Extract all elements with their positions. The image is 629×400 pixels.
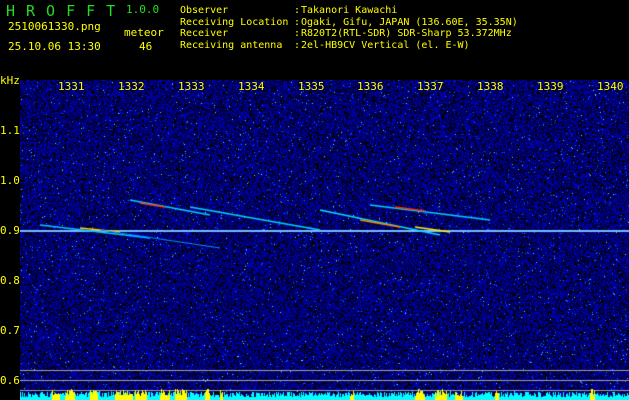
- time-tick-label: 1332: [118, 80, 145, 93]
- freq-tick-label: 0.7: [0, 324, 20, 337]
- info-observer: Observer: Takanori Kawachi: [180, 5, 398, 16]
- time-tick-label: 1339: [537, 80, 564, 93]
- time-tick-label: 1333: [178, 80, 205, 93]
- freq-tick-label: 1.0: [0, 174, 20, 187]
- meteor-count: 46: [139, 40, 153, 53]
- time-tick-label: 1336: [357, 80, 384, 93]
- freq-tick-label: 0.9: [0, 224, 20, 237]
- app-version: 1.0.0: [126, 3, 160, 16]
- freq-tick-label: 0.8: [0, 274, 20, 287]
- frequency-unit-label: kHz: [0, 74, 20, 87]
- station-info: Observer: Takanori Kawachi Receiving Loca…: [180, 5, 629, 51]
- time-tick-label: 1335: [298, 80, 325, 93]
- freq-tick-label: 0.6: [0, 374, 20, 387]
- datetime: 25.10.06 13:30: [8, 40, 101, 53]
- app-title: HROFFT: [6, 2, 127, 20]
- time-tick-label: 1337: [417, 80, 444, 93]
- info-location: Receiving Location: Ogaki, Gifu, JAPAN (1…: [180, 16, 518, 28]
- time-tick-label: 1338: [477, 80, 504, 93]
- freq-tick-label: 1.1: [0, 124, 20, 137]
- meteor-label: meteor: [124, 26, 164, 39]
- file-name: 2510061330.png: [8, 20, 101, 33]
- time-tick-label: 1334: [238, 80, 265, 93]
- time-tick-label: 1340: [597, 80, 624, 93]
- info-receiver: Receiver: R820T2(RTL-SDR) SDR-Sharp 53.37…: [180, 28, 512, 39]
- spectrogram: [20, 80, 629, 400]
- time-tick-label: 1331: [58, 80, 85, 93]
- info-antenna: Receiving antenna:2el-HB9CV Vertical (el…: [180, 39, 470, 51]
